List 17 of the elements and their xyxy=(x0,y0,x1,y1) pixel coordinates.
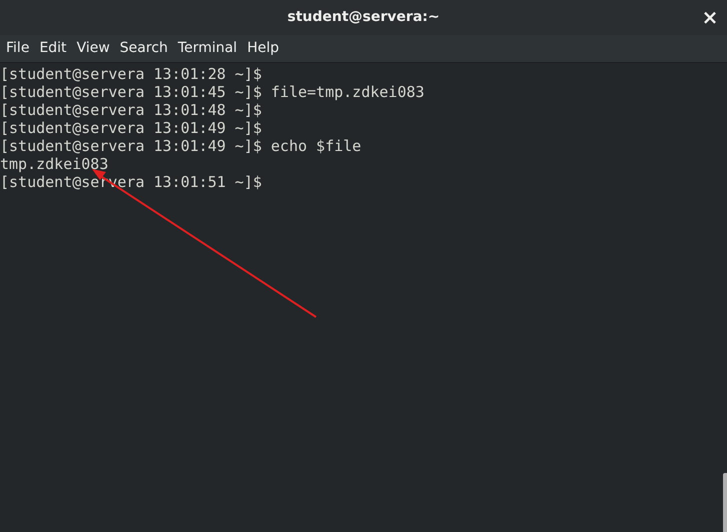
menu-item[interactable]: File xyxy=(1,38,34,59)
terminal-output: file=tmp.zdkei083 xyxy=(270,83,424,101)
terminal-prompt: [student@servera 13:01:49 ~]$ xyxy=(0,137,262,155)
scrollbar-thumb[interactable] xyxy=(723,473,727,532)
terminal-prompt: [student@servera 13:01:45 ~]$ xyxy=(0,83,262,101)
menu-item[interactable]: Help xyxy=(242,38,284,59)
menu-item[interactable]: View xyxy=(72,38,115,59)
window-title: student@servera:~ xyxy=(287,8,440,27)
close-button[interactable]: × xyxy=(699,6,721,28)
terminal-output: tmp.zdkei083 xyxy=(0,155,108,173)
terminal-prompt: [student@servera 13:01:28 ~]$ xyxy=(0,65,262,83)
menu-item[interactable]: Terminal xyxy=(172,38,242,59)
menu-item[interactable]: Search xyxy=(114,38,173,59)
terminal-prompt: [student@servera 13:01:48 ~]$ xyxy=(0,101,262,119)
menu-item[interactable]: Edit xyxy=(34,38,72,59)
terminal-prompt: [student@servera 13:01:49 ~]$ xyxy=(0,119,262,137)
terminal-output: echo $file xyxy=(270,137,362,155)
